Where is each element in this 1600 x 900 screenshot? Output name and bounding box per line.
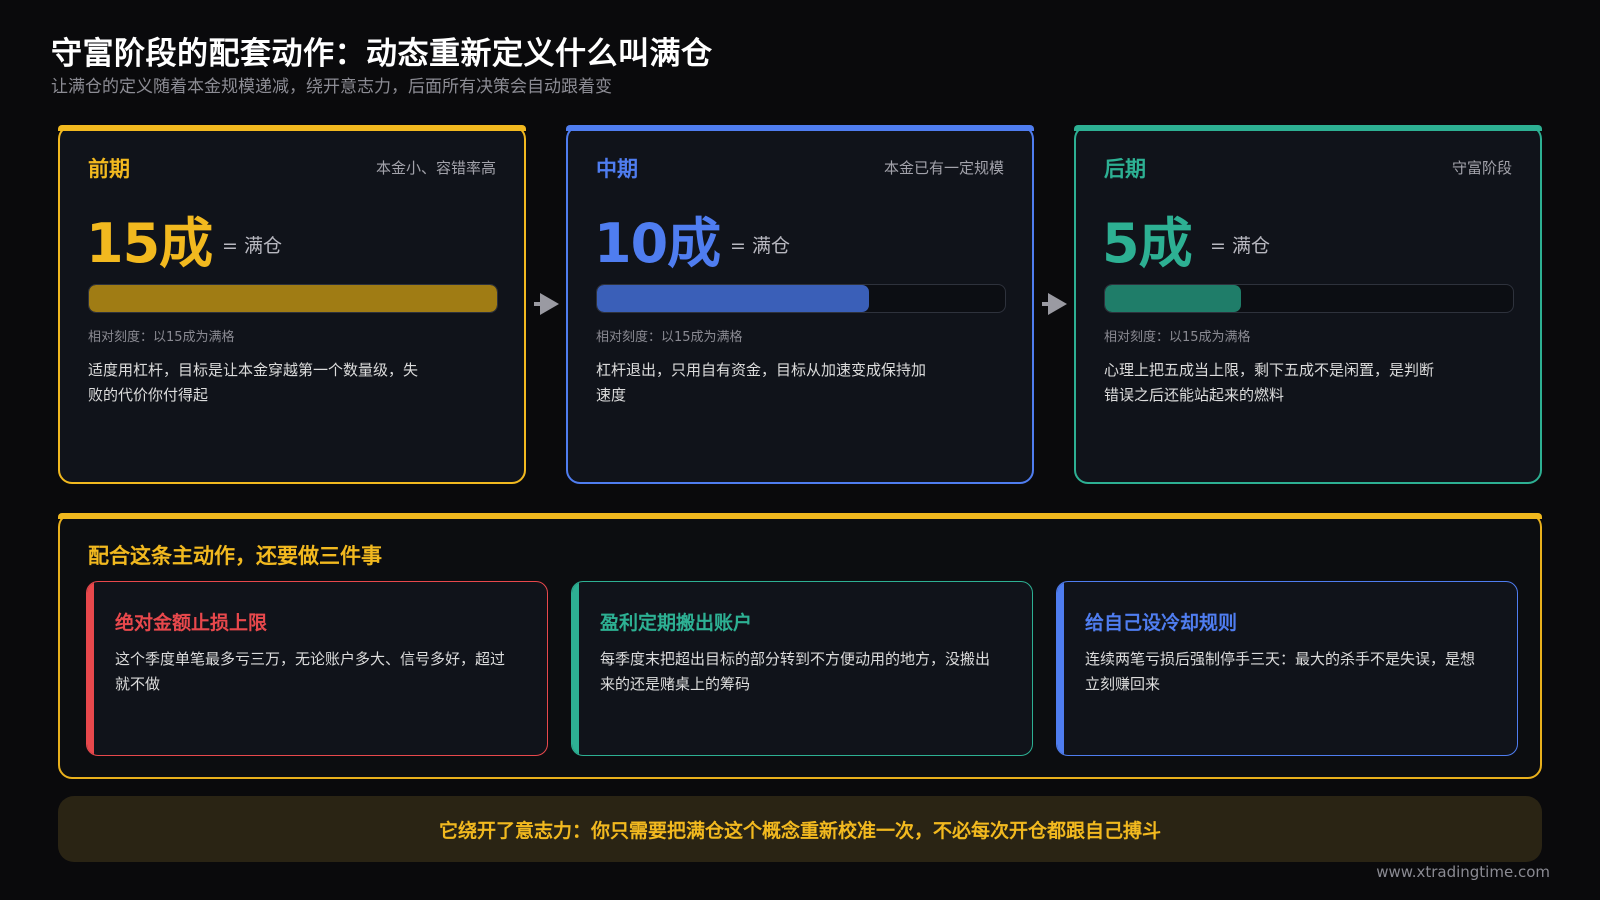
- item-accent-bar: [87, 582, 94, 755]
- scale-note: 相对刻度：以15成为满格: [88, 330, 235, 345]
- page-subtitle: 让满仓的定义随着本金规模递减，绕开意志力，后面所有决策会自动跟着变: [51, 77, 612, 97]
- progress-fill: [1105, 285, 1241, 312]
- page-title: 守富阶段的配套动作：动态重新定义什么叫满仓: [51, 36, 713, 72]
- stage-eq-label: = 满仓: [1210, 235, 1270, 257]
- action-item-stop-loss: 绝对金额止损上限 这个季度单笔最多亏三万，无论账户多大、信号多好，超过就不做: [86, 581, 548, 756]
- arrow-right-icon: [1042, 293, 1067, 315]
- progress-track: [1104, 284, 1514, 313]
- action-item-title: 盈利定期搬出账户: [600, 612, 753, 634]
- scale-note: 相对刻度：以15成为满格: [1104, 330, 1251, 345]
- action-item-description: 这个季度单笔最多亏三万，无论账户多大、信号多好，超过就不做: [115, 650, 506, 693]
- action-item-title: 绝对金额止损上限: [115, 612, 268, 634]
- stage-card-late: 后期 守富阶段 5成 = 满仓 相对刻度：以15成为满格 心理上把五成当上限，剩…: [1074, 125, 1542, 484]
- stage-name: 前期: [88, 157, 130, 181]
- progress-track: [88, 284, 498, 313]
- stage-name: 中期: [596, 157, 638, 181]
- arrow-right-icon: [534, 293, 559, 315]
- stage-note: 守富阶段: [1451, 159, 1512, 177]
- action-item-description: 每季度末把超出目标的部分转到不方便动用的地方，没搬出来的还是赌桌上的筹码: [600, 650, 991, 693]
- panel-accent-bar: [58, 513, 1542, 519]
- stage-name: 后期: [1104, 157, 1146, 181]
- progress-fill: [597, 285, 869, 312]
- stage-description: 心理上把五成当上限，剩下五成不是闲置，是判断错误之后还能站起来的燃料: [1104, 361, 1435, 404]
- footer-banner: 它绕开了意志力：你只需要把满仓这个概念重新校准一次，不必每次开仓都跟自己搏斗: [58, 796, 1542, 862]
- stage-description: 适度用杠杆，目标是让本金穿越第一个数量级，失败的代价你付得起: [88, 361, 419, 404]
- actions-heading: 配合这条主动作，还要做三件事: [88, 544, 382, 568]
- stage-value: 15成: [86, 212, 213, 275]
- site-watermark: www.xtradingtime.com: [1376, 863, 1550, 881]
- action-item-title: 给自己设冷却规则: [1085, 612, 1238, 634]
- stage-card-middle: 中期 本金已有一定规模 10成 = 满仓 相对刻度：以15成为满格 杠杆退出，只…: [566, 125, 1034, 484]
- action-item-cooldown-rule: 给自己设冷却规则 连续两笔亏损后强制停手三天：最大的杀手不是失误，是想立刻赚回来: [1056, 581, 1518, 756]
- card-accent-bar: [1074, 125, 1542, 131]
- stage-description: 杠杆退出，只用自有资金，目标从加速变成保持加速度: [596, 361, 927, 404]
- stage-value: 10成: [594, 212, 721, 275]
- card-accent-bar: [58, 125, 526, 131]
- item-accent-bar: [1057, 582, 1064, 755]
- stage-card-early: 前期 本金小、容错率高 15成 = 满仓 相对刻度：以15成为满格 适度用杠杆，…: [58, 125, 526, 484]
- scale-note: 相对刻度：以15成为满格: [596, 330, 743, 345]
- action-item-withdraw-profit: 盈利定期搬出账户 每季度末把超出目标的部分转到不方便动用的地方，没搬出来的还是赌…: [571, 581, 1033, 756]
- actions-panel: 配合这条主动作，还要做三件事 绝对金额止损上限 这个季度单笔最多亏三万，无论账户…: [58, 513, 1542, 779]
- card-accent-bar: [566, 125, 1034, 131]
- stage-eq-label: = 满仓: [222, 235, 282, 257]
- action-item-description: 连续两笔亏损后强制停手三天：最大的杀手不是失误，是想立刻赚回来: [1085, 650, 1476, 693]
- stage-eq-label: = 满仓: [730, 235, 790, 257]
- item-accent-bar: [572, 582, 579, 755]
- stage-value: 5成: [1102, 212, 1193, 275]
- progress-track: [596, 284, 1006, 313]
- progress-fill: [89, 285, 497, 312]
- stage-note: 本金小、容错率高: [375, 159, 496, 177]
- stage-note: 本金已有一定规模: [883, 159, 1004, 177]
- slide: 守富阶段的配套动作：动态重新定义什么叫满仓 让满仓的定义随着本金规模递减，绕开意…: [0, 0, 1600, 900]
